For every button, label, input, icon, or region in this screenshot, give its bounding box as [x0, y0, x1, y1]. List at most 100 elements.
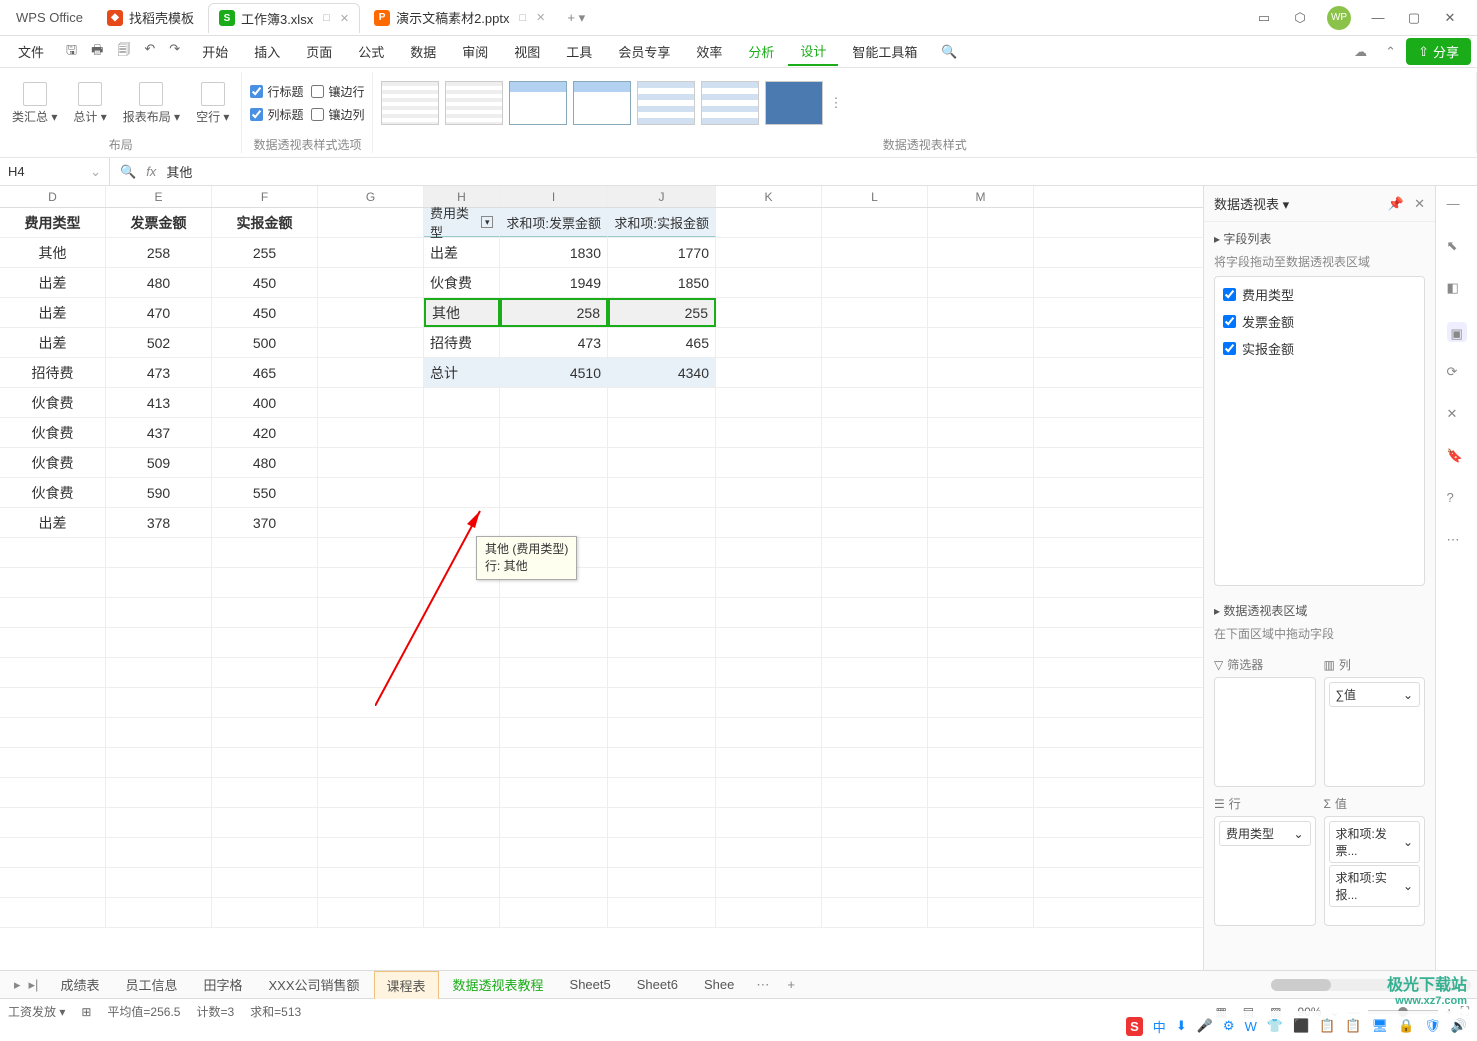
cell[interactable] [716, 778, 822, 807]
cell[interactable]: 求和项:发票金额 [500, 208, 608, 237]
cell[interactable] [424, 418, 500, 447]
bookmark-icon[interactable]: 🔖 [1447, 448, 1467, 468]
cell[interactable] [318, 718, 424, 747]
cell[interactable] [716, 688, 822, 717]
field-item[interactable]: 费用类型 [1219, 281, 1420, 308]
cube-icon[interactable]: ⬡ [1291, 9, 1309, 27]
cell[interactable]: 出差 [0, 508, 106, 537]
cell[interactable] [500, 508, 608, 537]
menu-data[interactable]: 数据 [398, 38, 448, 65]
filter-area[interactable]: ▽筛选器 [1214, 656, 1316, 787]
columns-area[interactable]: ▥列 ∑值⌄ [1324, 656, 1426, 787]
cell[interactable] [822, 718, 928, 747]
cell[interactable]: 258 [106, 238, 212, 267]
cell[interactable] [0, 658, 106, 687]
cell[interactable] [822, 898, 928, 927]
tray-icon[interactable]: 👕 [1267, 1018, 1283, 1034]
cell[interactable] [928, 448, 1034, 477]
cell[interactable] [424, 448, 500, 477]
cell[interactable] [928, 748, 1034, 777]
cell[interactable] [318, 448, 424, 477]
cell[interactable] [318, 868, 424, 897]
cloud-icon[interactable]: ☁ [1346, 44, 1375, 60]
cell[interactable]: 1830 [500, 238, 608, 267]
cell[interactable] [928, 838, 1034, 867]
cell[interactable] [318, 838, 424, 867]
cell[interactable]: 450 [212, 298, 318, 327]
cell[interactable]: 370 [212, 508, 318, 537]
field-item[interactable]: 发票金额 [1219, 308, 1420, 335]
maximize-button[interactable]: ▢ [1405, 9, 1423, 27]
cell[interactable] [928, 778, 1034, 807]
menu-review[interactable]: 审阅 [450, 38, 500, 65]
menu-smart[interactable]: 智能工具箱 [840, 38, 929, 65]
cell[interactable]: 伙食费 [0, 478, 106, 507]
filter-dropdown-icon[interactable]: ▾ [481, 216, 493, 228]
preview-icon[interactable]: 🗐 [117, 41, 130, 63]
cell[interactable] [424, 688, 500, 717]
cell[interactable] [928, 418, 1034, 447]
cell[interactable] [0, 838, 106, 867]
print-icon[interactable]: 🖶 [91, 41, 103, 63]
cell[interactable]: 出差 [0, 268, 106, 297]
cell[interactable] [716, 268, 822, 297]
cell[interactable] [928, 238, 1034, 267]
cell[interactable] [608, 418, 716, 447]
cell[interactable] [424, 898, 500, 927]
refresh-icon[interactable]: ⟳ [1447, 364, 1467, 384]
cell[interactable] [318, 298, 424, 327]
field-list[interactable]: 费用类型 发票金额 实报金额 [1214, 276, 1425, 586]
cell[interactable] [106, 718, 212, 747]
cell[interactable]: 1770 [608, 238, 716, 267]
cell[interactable] [424, 628, 500, 657]
cell[interactable]: 450 [212, 268, 318, 297]
cell[interactable]: 其他 [0, 238, 106, 267]
blankrow-button[interactable]: 空行 ▾ [192, 80, 233, 127]
cell[interactable] [716, 718, 822, 747]
report-layout-button[interactable]: 报表布局 ▾ [119, 80, 184, 127]
cell[interactable] [318, 208, 424, 237]
cell[interactable] [0, 868, 106, 897]
menu-page[interactable]: 页面 [294, 38, 344, 65]
cell[interactable] [212, 688, 318, 717]
cell[interactable] [822, 298, 928, 327]
tray-icon[interactable]: 🔒 [1398, 1018, 1414, 1034]
cell[interactable] [608, 478, 716, 507]
minimize-button[interactable]: — [1369, 9, 1387, 27]
cell[interactable] [716, 658, 822, 687]
cell[interactable]: 费用类型▾ [424, 208, 500, 237]
sheet-tab[interactable]: 员工信息 [113, 971, 189, 998]
menu-analyze[interactable]: 分析 [736, 38, 786, 65]
tray-icon[interactable]: W [1245, 1019, 1257, 1034]
pivot-style-5[interactable] [637, 81, 695, 125]
cell[interactable] [500, 478, 608, 507]
cell[interactable]: 400 [212, 388, 318, 417]
cell[interactable] [424, 598, 500, 627]
cell[interactable] [608, 778, 716, 807]
cell[interactable]: 伙食费 [0, 418, 106, 447]
cell[interactable] [318, 478, 424, 507]
cell[interactable]: 258 [500, 298, 608, 327]
name-box[interactable]: H4 ⌄ [0, 158, 110, 185]
pivot-style-1[interactable] [381, 81, 439, 125]
cell[interactable] [608, 628, 716, 657]
tools-icon[interactable]: ✕ [1447, 406, 1467, 426]
cell[interactable] [106, 688, 212, 717]
cell[interactable] [500, 748, 608, 777]
tray-icon[interactable]: 🖥 [1372, 1018, 1389, 1034]
cell[interactable]: 465 [212, 358, 318, 387]
save-icon[interactable]: 🖫 [66, 41, 77, 63]
tab-close-icon[interactable]: ✕ [340, 12, 349, 25]
cell[interactable] [928, 358, 1034, 387]
cell[interactable] [0, 748, 106, 777]
undo-icon[interactable]: ↶ [144, 41, 155, 63]
cell[interactable] [500, 868, 608, 897]
cell[interactable] [716, 748, 822, 777]
cell[interactable]: 伙食费 [424, 268, 500, 297]
col-header-G[interactable]: G [318, 186, 424, 207]
sheet-tab-active[interactable]: 课程表 [374, 971, 439, 999]
cell[interactable] [928, 328, 1034, 357]
cell[interactable] [822, 388, 928, 417]
cell[interactable] [608, 718, 716, 747]
cell[interactable] [822, 748, 928, 777]
